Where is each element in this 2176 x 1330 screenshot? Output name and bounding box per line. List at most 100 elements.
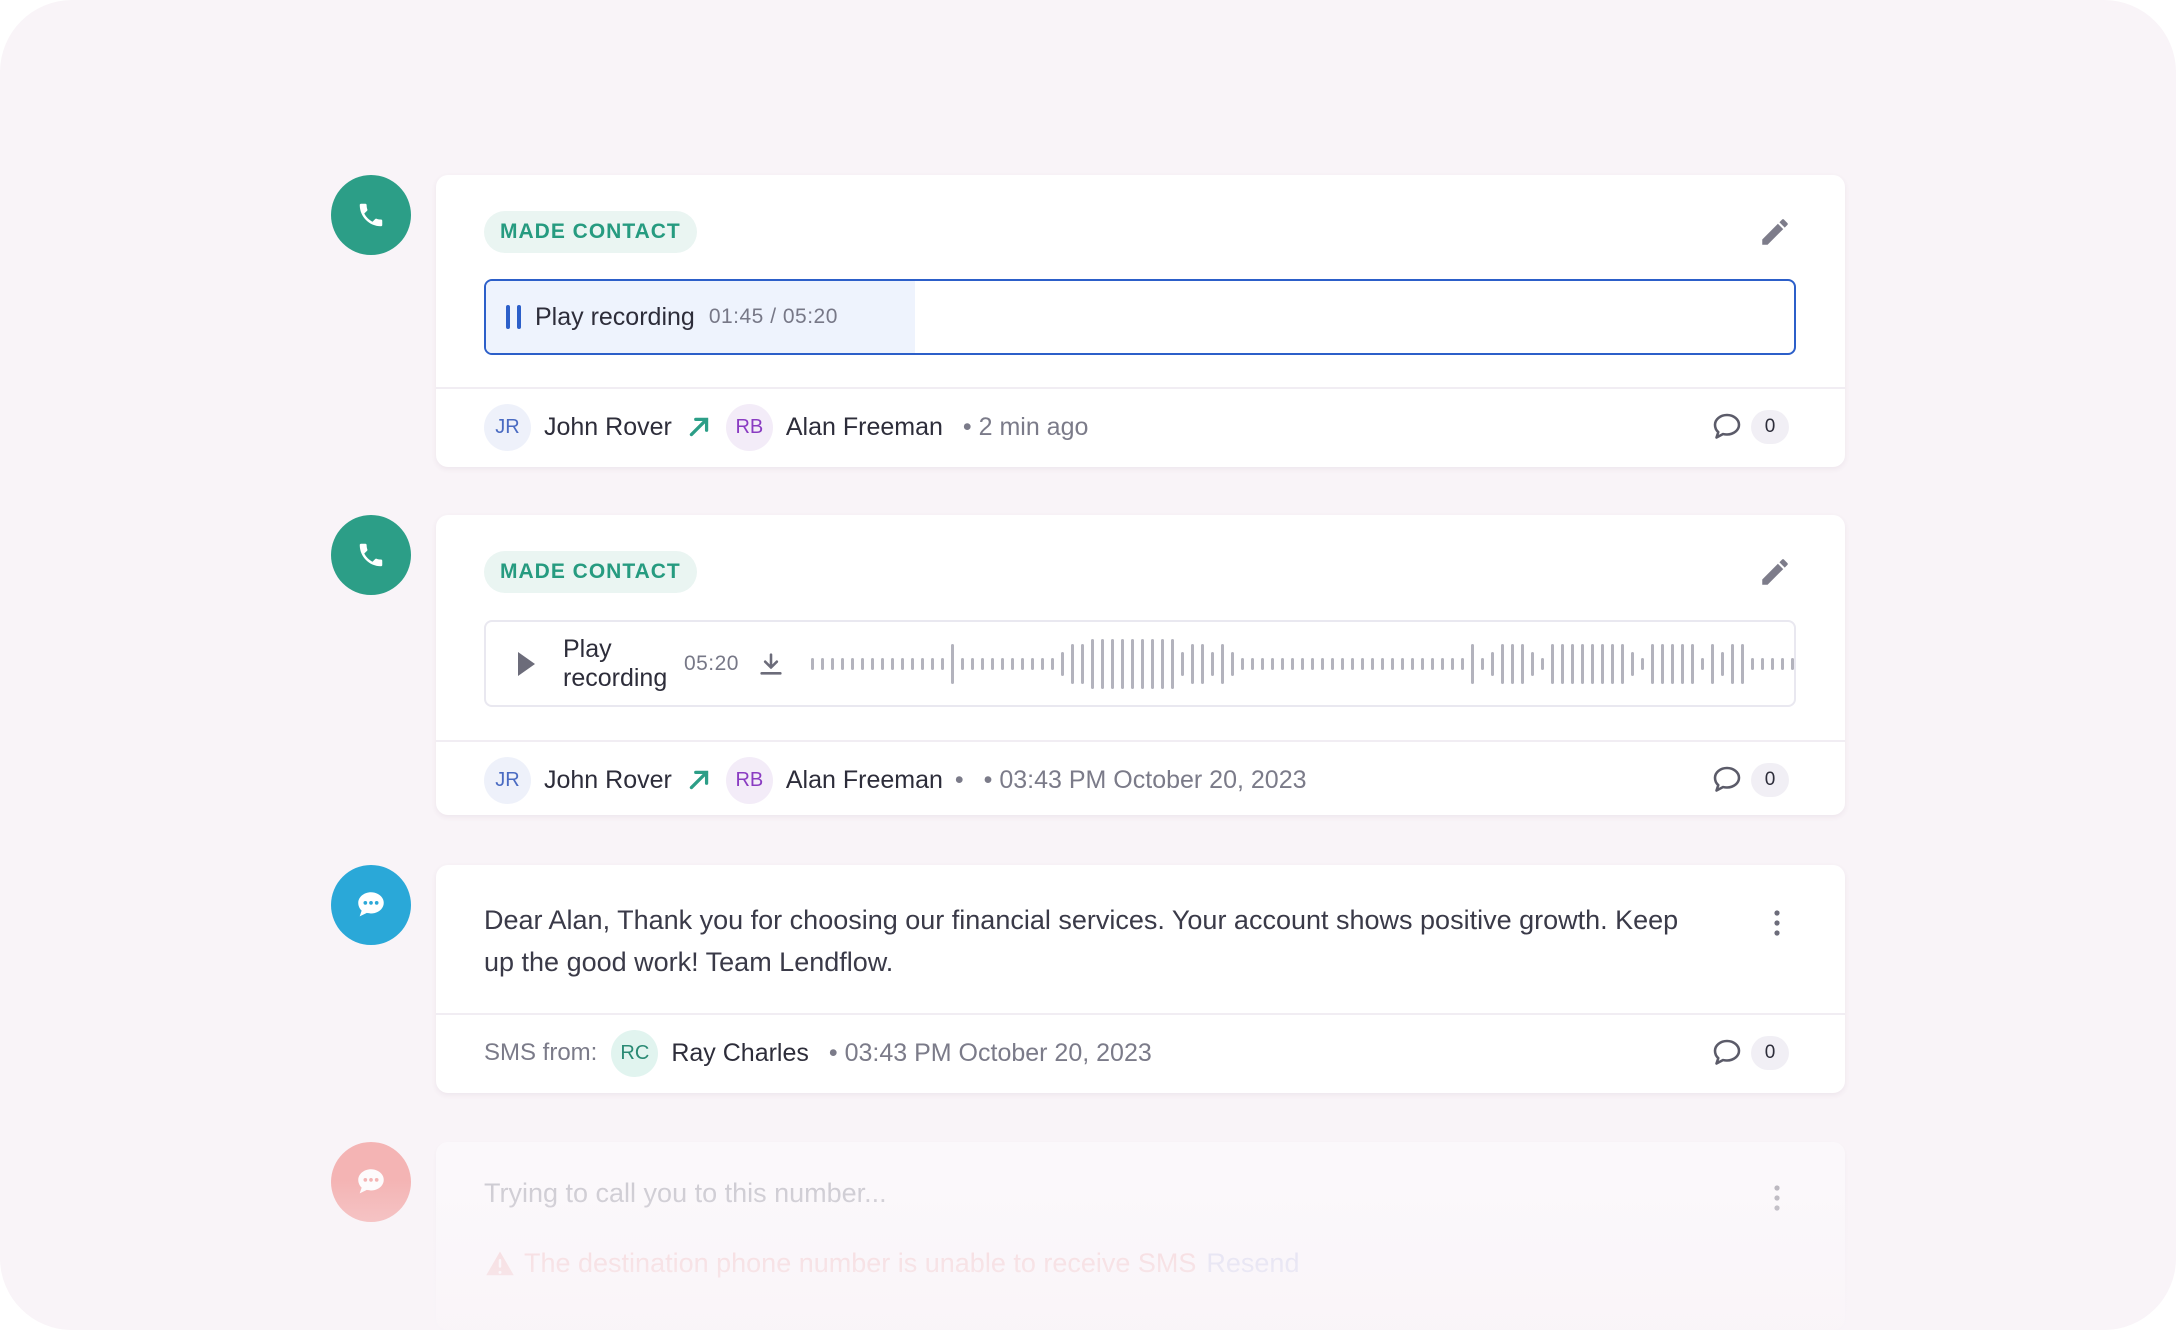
waveform-bar bbox=[901, 657, 904, 670]
waveform-bar bbox=[831, 657, 834, 670]
arrow-up-right-icon bbox=[686, 767, 712, 793]
waveform-bar bbox=[1381, 657, 1384, 670]
waveform-bar bbox=[1531, 651, 1534, 676]
more-options-button[interactable] bbox=[1765, 1178, 1789, 1218]
waveform-bar bbox=[811, 657, 814, 670]
waveform-bar bbox=[961, 657, 964, 670]
activity-footer: JR John Rover RB Alan Freeman • 2 min ag… bbox=[484, 402, 1797, 452]
waveform-bar bbox=[1591, 643, 1594, 684]
activity-call-2: MADE CONTACT Play recording 05:20 JR Joh… bbox=[331, 515, 1845, 815]
waveform-bar bbox=[1471, 643, 1474, 684]
waveform-bar bbox=[1541, 657, 1544, 670]
avatar[interactable]: JR bbox=[484, 403, 531, 451]
waveform-bar bbox=[1061, 651, 1064, 676]
waveform-bar bbox=[1031, 657, 1034, 670]
download-icon[interactable] bbox=[757, 650, 785, 678]
waveform-bar bbox=[1741, 643, 1744, 684]
waveform-bar bbox=[1421, 657, 1424, 670]
comment-icon bbox=[1713, 413, 1741, 439]
waveform-bar bbox=[1711, 643, 1714, 684]
play-icon[interactable] bbox=[518, 651, 535, 676]
recording-player[interactable]: Play recording 05:20 bbox=[484, 620, 1796, 707]
waveform-bar bbox=[1791, 657, 1794, 670]
activity-sms-failed: Trying to call you to this number... The… bbox=[331, 1142, 1845, 1330]
waveform-bar bbox=[1581, 643, 1584, 684]
pencil-icon bbox=[1762, 219, 1788, 245]
avatar[interactable]: RC bbox=[611, 1029, 659, 1077]
waveform-bar bbox=[1651, 643, 1654, 684]
comments-button[interactable]: 0 bbox=[1709, 409, 1789, 445]
avatar[interactable]: JR bbox=[484, 756, 531, 804]
comment-count: 0 bbox=[1751, 763, 1789, 797]
waveform-bar bbox=[1281, 657, 1284, 670]
waveform-bar bbox=[991, 657, 994, 670]
chat-bubble-icon bbox=[331, 1142, 411, 1222]
sms-from-label: SMS from: bbox=[484, 1039, 598, 1066]
waveform-bar bbox=[1331, 657, 1334, 670]
waveform-bar bbox=[1091, 638, 1094, 689]
caller-name[interactable]: John Rover bbox=[544, 766, 672, 795]
pause-icon[interactable] bbox=[506, 305, 521, 329]
comments-button[interactable]: 0 bbox=[1709, 762, 1789, 798]
waveform-bar bbox=[1721, 651, 1724, 676]
recording-player[interactable]: Play recording 01:45 / 05:20 bbox=[484, 279, 1796, 355]
waveform-bar bbox=[981, 657, 984, 670]
recipient-name[interactable]: Alan Freeman bbox=[786, 413, 943, 442]
waveform-bar bbox=[971, 657, 974, 670]
activity-sms: Dear Alan, Thank you for choosing our fi… bbox=[331, 865, 1845, 1093]
waveform-bar bbox=[1341, 657, 1344, 670]
phone-icon bbox=[331, 175, 411, 255]
waveform-bar bbox=[1121, 638, 1124, 689]
waveform-bar bbox=[1241, 657, 1244, 670]
edit-button[interactable] bbox=[1755, 552, 1795, 592]
error-message: The destination phone number is unable t… bbox=[524, 1248, 1197, 1278]
waveform-bar bbox=[1251, 657, 1254, 670]
waveform-bar bbox=[1631, 651, 1634, 676]
call-card: MADE CONTACT Play recording 05:20 JR Joh… bbox=[436, 515, 1845, 815]
waveform-bar bbox=[1511, 643, 1514, 684]
more-vertical-icon bbox=[1774, 1185, 1780, 1211]
avatar[interactable]: RB bbox=[725, 403, 773, 451]
waveform-bar bbox=[1551, 643, 1554, 684]
waveform-bar bbox=[1611, 643, 1614, 684]
waveform-bar bbox=[951, 643, 954, 684]
waveform-bar bbox=[1691, 643, 1694, 684]
waveform-bar bbox=[931, 657, 934, 670]
recipient-name[interactable]: Alan Freeman bbox=[786, 766, 943, 795]
audio-waveform[interactable] bbox=[811, 634, 1794, 694]
phone-icon bbox=[331, 515, 411, 595]
pencil-icon bbox=[1762, 559, 1788, 585]
comment-icon bbox=[1713, 1039, 1741, 1065]
comments-button[interactable]: 0 bbox=[1709, 1035, 1789, 1071]
waveform-bar bbox=[1461, 657, 1464, 670]
waveform-bar bbox=[1761, 657, 1764, 670]
activity-footer: SMS from: RC Ray Charles • 03:43 PM Octo… bbox=[484, 1028, 1797, 1078]
waveform-bar bbox=[851, 657, 854, 670]
waveform-bar bbox=[1211, 651, 1214, 676]
waveform-bar bbox=[1071, 643, 1074, 684]
timestamp: • 2 min ago bbox=[962, 412, 1089, 441]
separator-dot: • bbox=[954, 765, 964, 794]
activity-timeline: MADE CONTACT Play recording 01:45 / 05:2… bbox=[0, 0, 2176, 1330]
waveform-bar bbox=[1621, 643, 1624, 684]
waveform-bar bbox=[1441, 657, 1444, 670]
waveform-bar bbox=[1221, 643, 1224, 684]
status-badge: MADE CONTACT bbox=[484, 211, 697, 253]
activity-footer: JR John Rover RB Alan Freeman • • 03:43 … bbox=[484, 755, 1797, 805]
waveform-bar bbox=[1771, 657, 1774, 670]
waveform-bar bbox=[1571, 643, 1574, 684]
caller-name[interactable]: John Rover bbox=[544, 413, 672, 442]
waveform-bar bbox=[1081, 643, 1084, 684]
edit-button[interactable] bbox=[1755, 212, 1795, 252]
waveform-bar bbox=[1171, 638, 1174, 689]
resend-link[interactable]: Resend bbox=[1206, 1248, 1299, 1279]
more-options-button[interactable] bbox=[1765, 903, 1789, 943]
waveform-bar bbox=[1671, 643, 1674, 684]
waveform-bar bbox=[1661, 643, 1664, 684]
sender-name[interactable]: Ray Charles bbox=[671, 1039, 809, 1068]
avatar[interactable]: RB bbox=[725, 756, 773, 804]
status-badge: MADE CONTACT bbox=[484, 551, 697, 593]
sms-message: Dear Alan, Thank you for choosing our fi… bbox=[484, 905, 1679, 977]
player-label: Play recording bbox=[535, 302, 695, 331]
waveform-bar bbox=[1141, 638, 1144, 689]
